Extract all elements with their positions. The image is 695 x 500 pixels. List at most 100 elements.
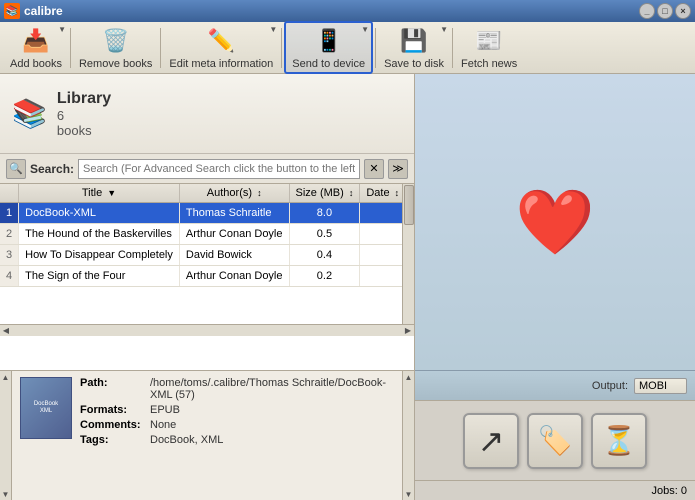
- main-content: 📚 Library 6 books 🔍 Search: ✕ ≫: [0, 74, 695, 500]
- detail-scroll-right-up[interactable]: ▲: [403, 371, 414, 383]
- book-table: Title ▼ Author(s) ↕ Size (MB) ↕ Date ↕: [0, 184, 414, 287]
- library-details: Library 6 books: [57, 90, 111, 138]
- search-clear-button[interactable]: ✕: [364, 159, 384, 179]
- comments-label: Comments:: [80, 419, 150, 431]
- edit-meta-icon: ✏️: [205, 25, 237, 57]
- vertical-scrollbar[interactable]: [402, 184, 414, 324]
- tag-button[interactable]: 🏷️: [527, 413, 583, 469]
- edit-meta-dropdown[interactable]: ▼: [269, 25, 277, 34]
- detail-scroll-right-down[interactable]: ▼: [403, 488, 414, 500]
- send-device-icon: 📱: [313, 25, 345, 57]
- library-count: 6: [57, 108, 111, 123]
- table-row[interactable]: 2 The Hound of the Baskervilles Arthur C…: [0, 224, 414, 245]
- detail-scroll-up: ▲ ▼: [0, 371, 12, 500]
- fetch-news-label: Fetch news: [461, 58, 517, 70]
- toolbar-sep-4: [375, 28, 376, 68]
- send-arrow-button[interactable]: ↗: [463, 413, 519, 469]
- row-title-1: DocBook-XML: [19, 203, 180, 224]
- maximize-button[interactable]: □: [657, 3, 673, 19]
- formats-value: EPUB: [150, 404, 180, 416]
- send-device-dropdown[interactable]: ▼: [361, 25, 369, 34]
- detail-body: DocBookXML Path: /home/toms/.calibre/Tho…: [20, 377, 394, 449]
- add-books-button[interactable]: 📥 Add books ▼: [4, 23, 68, 72]
- jobs-button[interactable]: ⏳: [591, 413, 647, 469]
- detail-comments: Comments: None: [80, 419, 394, 431]
- output-section: Output: MOBI EPUB PDF AZW3 TXT: [415, 370, 695, 400]
- search-bar: 🔍 Search: ✕ ≫: [0, 154, 414, 184]
- col-header-date[interactable]: Date ↕: [360, 184, 406, 203]
- scrollbar-track: [12, 325, 402, 337]
- output-label: Output:: [592, 380, 628, 392]
- add-books-icon: 📥: [20, 25, 52, 57]
- col-header-author[interactable]: Author(s) ↕: [179, 184, 289, 203]
- scroll-right-button[interactable]: ▶: [402, 325, 414, 337]
- row-size-2: 0.5: [289, 224, 360, 245]
- search-expand-button[interactable]: ≫: [388, 159, 408, 179]
- toolbar-sep-1: [70, 28, 71, 68]
- row-size-1: 8.0: [289, 203, 360, 224]
- minimize-button[interactable]: _: [639, 3, 655, 19]
- output-select[interactable]: MOBI EPUB PDF AZW3 TXT: [634, 378, 687, 394]
- save-disk-button[interactable]: 💾 Save to disk ▼: [378, 23, 450, 72]
- row-date-2: [360, 224, 406, 245]
- author-sort-icon: ↕: [257, 188, 262, 198]
- left-panel: 📚 Library 6 books 🔍 Search: ✕ ≫: [0, 74, 415, 500]
- row-date-4: [360, 266, 406, 287]
- col-header-title[interactable]: Title ▼: [19, 184, 180, 203]
- app-icon: 📚: [4, 3, 20, 19]
- horizontal-scrollbar[interactable]: ◀ ▶: [0, 324, 414, 336]
- add-books-dropdown[interactable]: ▼: [58, 25, 66, 34]
- edit-meta-button[interactable]: ✏️ Edit meta information ▼: [163, 23, 279, 72]
- search-input[interactable]: [78, 159, 360, 179]
- window-controls: _ □ ×: [639, 3, 691, 19]
- comments-value: None: [150, 419, 176, 431]
- table-wrapper: Title ▼ Author(s) ↕ Size (MB) ↕ Date ↕: [0, 184, 414, 324]
- remove-books-icon: 🗑️: [100, 25, 132, 57]
- toolbar-sep-5: [452, 28, 453, 68]
- table-row[interactable]: 4 The Sign of the Four Arthur Conan Doyl…: [0, 266, 414, 287]
- table-row[interactable]: 3 How To Disappear Completely David Bowi…: [0, 245, 414, 266]
- row-author-4: Arthur Conan Doyle: [179, 266, 289, 287]
- save-disk-dropdown[interactable]: ▼: [440, 25, 448, 34]
- table-header-row: Title ▼ Author(s) ↕ Size (MB) ↕ Date ↕: [0, 184, 414, 203]
- row-num-4: 4: [0, 266, 19, 287]
- detail-fields: Path: /home/toms/.calibre/Thomas Schrait…: [80, 377, 394, 449]
- send-device-button[interactable]: 📱 Send to device ▼: [284, 21, 373, 74]
- output-select-wrapper: MOBI EPUB PDF AZW3 TXT: [634, 378, 687, 394]
- formats-label: Formats:: [80, 404, 150, 416]
- remove-books-button[interactable]: 🗑️ Remove books: [73, 23, 158, 72]
- detail-scroll-up-button[interactable]: ▲: [0, 371, 11, 383]
- detail-formats: Formats: EPUB: [80, 404, 394, 416]
- date-sort-icon: ↕: [395, 188, 400, 198]
- row-num-3: 3: [0, 245, 19, 266]
- row-author-1: Thomas Schraitle: [179, 203, 289, 224]
- col-header-size[interactable]: Size (MB) ↕: [289, 184, 360, 203]
- row-author-2: Arthur Conan Doyle: [179, 224, 289, 245]
- edit-meta-label: Edit meta information: [169, 58, 273, 70]
- toolbar: 📥 Add books ▼ 🗑️ Remove books ✏️ Edit me…: [0, 22, 695, 74]
- detail-tags: Tags: DocBook, XML: [80, 434, 394, 446]
- table-row[interactable]: 1 DocBook-XML Thomas Schraitle 8.0: [0, 203, 414, 224]
- app-title: calibre: [24, 4, 639, 18]
- heart-area: ❤️: [415, 74, 695, 370]
- scroll-left-button[interactable]: ◀: [0, 325, 12, 337]
- book-detail-panel: ▲ ▼ DocBookXML Path: /home/toms/.calibre…: [0, 370, 414, 500]
- tags-label: Tags:: [80, 434, 150, 446]
- tags-value: DocBook, XML: [150, 434, 223, 446]
- scrollbar-thumb[interactable]: [404, 185, 414, 225]
- row-title-4: The Sign of the Four: [19, 266, 180, 287]
- fetch-news-button[interactable]: 📰 Fetch news: [455, 23, 523, 72]
- close-button[interactable]: ×: [675, 3, 691, 19]
- save-disk-icon: 💾: [398, 25, 430, 57]
- calibre-heart-logo: ❤️: [515, 190, 595, 254]
- row-title-3: How To Disappear Completely: [19, 245, 180, 266]
- library-unit: books: [57, 123, 111, 138]
- detail-scroll-down-button[interactable]: ▼: [0, 488, 11, 500]
- advanced-search-button[interactable]: 🔍: [6, 159, 26, 179]
- row-size-4: 0.2: [289, 266, 360, 287]
- row-num-1: 1: [0, 203, 19, 224]
- titlebar: 📚 calibre _ □ ×: [0, 0, 695, 22]
- toolbar-sep-3: [281, 28, 282, 68]
- col-header-num: [0, 184, 19, 203]
- library-icon: 📚: [12, 97, 47, 130]
